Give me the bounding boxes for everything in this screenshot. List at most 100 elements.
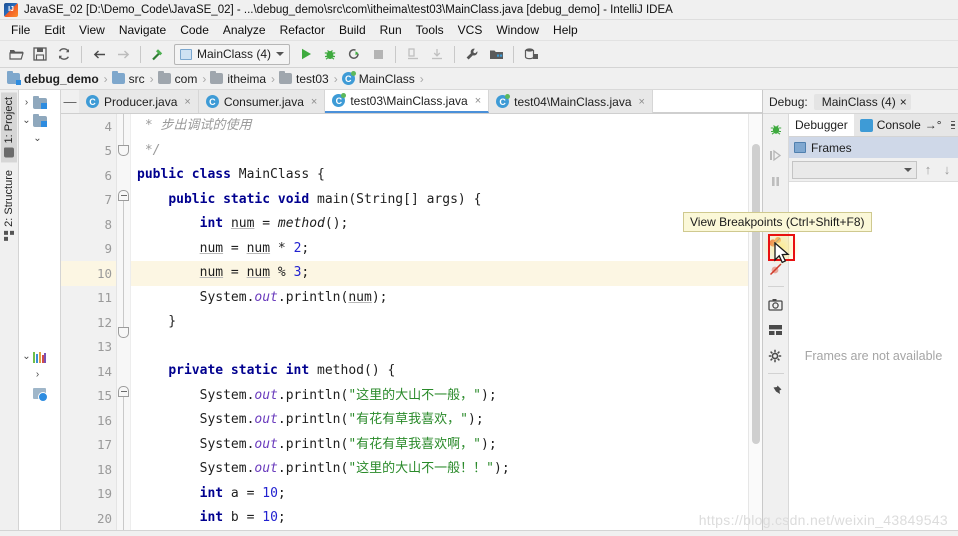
close-icon[interactable]: × xyxy=(311,96,317,108)
chevron-down-icon[interactable]: ⌄ xyxy=(22,352,31,362)
breadcrumb-item-com[interactable]: com xyxy=(155,71,202,87)
chevron-right-icon[interactable]: › xyxy=(22,98,31,108)
editor-tab-producer[interactable]: C Producer.java × xyxy=(79,90,199,113)
editor-fold-column[interactable] xyxy=(117,114,131,530)
sync-icon[interactable] xyxy=(53,43,75,65)
toolbar-divider-3 xyxy=(395,45,397,63)
menu-tools[interactable]: Tools xyxy=(409,21,451,39)
console-icon xyxy=(859,118,873,132)
code-text[interactable]: * 步出调试的使用 */ public class MainClass { pu… xyxy=(131,114,748,530)
gear-settings-icon[interactable] xyxy=(765,344,787,368)
attach-process-icon[interactable] xyxy=(426,43,448,65)
debug-bug-icon[interactable] xyxy=(765,117,787,141)
arrow-left-icon[interactable] xyxy=(88,43,110,65)
run-play-icon[interactable] xyxy=(295,43,317,65)
code-editor[interactable]: 4 5 6 7 8 9 10 11 12 13 14 15 16 17 18 1… xyxy=(61,114,762,530)
tab-label: Console xyxy=(876,118,921,132)
debug-label: Debug: xyxy=(769,94,808,109)
pause-program-icon[interactable] xyxy=(765,169,787,193)
breadcrumb: debug_demo › src › com › itheima › test0… xyxy=(0,68,958,90)
wrench-settings-icon[interactable] xyxy=(461,43,483,65)
project-structure-icon[interactable] xyxy=(485,43,507,65)
run-configuration-selector[interactable]: MainClass (4) xyxy=(174,43,291,65)
tree-row[interactable]: ⌄ xyxy=(19,112,60,130)
arrow-down-icon[interactable]: ↓ xyxy=(939,162,955,177)
editor-tab-test04-mainclass[interactable]: C test04\MainClass.java × xyxy=(489,90,653,113)
chevron-right-icon[interactable]: › xyxy=(33,370,42,380)
menu-navigate[interactable]: Navigate xyxy=(112,21,173,39)
code-line-4: * 步出调试的使用 xyxy=(137,118,252,133)
menu-build[interactable]: Build xyxy=(332,21,373,39)
chevron-down-icon[interactable]: ⌄ xyxy=(22,116,31,126)
menu-file[interactable]: File xyxy=(4,21,37,39)
tree-row[interactable]: ⌄ xyxy=(19,348,60,366)
run-with-coverage-icon[interactable] xyxy=(343,43,365,65)
debug-bug-icon[interactable] xyxy=(319,43,341,65)
sdk-manager-icon[interactable] xyxy=(520,43,542,65)
close-icon[interactable]: × xyxy=(639,96,645,108)
close-icon[interactable]: × xyxy=(184,96,190,108)
sidebar-item-project[interactable]: 1: Project xyxy=(1,92,17,163)
tab-console[interactable]: Console →° xyxy=(854,114,948,136)
breadcrumb-item-itheima[interactable]: itheima xyxy=(207,71,270,87)
breadcrumb-item-src[interactable]: src xyxy=(109,71,149,87)
editor-tab-consumer[interactable]: C Consumer.java × xyxy=(198,90,326,113)
sidebar-item-label: 2: Structure xyxy=(3,170,15,228)
build-hammer-icon[interactable] xyxy=(147,43,169,65)
fold-marker-end[interactable] xyxy=(118,145,129,156)
left-tool-window-rail: 1: Project 2: Structure xyxy=(0,90,19,530)
menu-run[interactable]: Run xyxy=(373,21,409,39)
hamburger-menu-icon[interactable] xyxy=(948,114,958,136)
fold-marker-open-main[interactable] xyxy=(118,190,129,201)
fold-marker-open-method[interactable] xyxy=(118,386,129,397)
menu-view[interactable]: View xyxy=(72,21,112,39)
save-icon[interactable] xyxy=(29,43,51,65)
close-icon[interactable]: × xyxy=(475,95,481,107)
editor-gutter[interactable]: 4 5 6 7 8 9 10 11 12 13 14 15 16 17 18 1… xyxy=(61,114,117,530)
breadcrumb-item-mainclass[interactable]: C MainClass xyxy=(339,71,419,87)
editor-tab-test03-mainclass[interactable]: C test03\MainClass.java × xyxy=(325,90,490,113)
pin-icon[interactable] xyxy=(765,379,787,403)
fold-marker-close-main[interactable] xyxy=(118,327,129,338)
arrow-up-icon[interactable]: ↑ xyxy=(920,162,936,177)
menu-code[interactable]: Code xyxy=(173,21,216,39)
menu-analyze[interactable]: Analyze xyxy=(216,21,273,39)
resume-program-icon[interactable] xyxy=(765,143,787,167)
scrollbar-thumb[interactable] xyxy=(752,144,760,444)
menu-window[interactable]: Window xyxy=(489,21,546,39)
editor-scrollbar[interactable]: ✓ xyxy=(748,114,762,530)
close-icon[interactable]: × xyxy=(900,95,907,109)
code-line-18: System.out.println("这里的大山不一般！！"); xyxy=(137,461,510,476)
profiler-icon[interactable] xyxy=(402,43,424,65)
menu-help[interactable]: Help xyxy=(546,21,585,39)
debug-session-tab[interactable]: MainClass (4) × xyxy=(813,93,911,110)
toolbar-divider xyxy=(81,45,82,63)
line-number: 9 xyxy=(104,241,112,257)
camera-snapshot-icon[interactable] xyxy=(765,292,787,316)
open-folder-icon[interactable] xyxy=(5,43,27,65)
editor-tab-bar: — C Producer.java × C Consumer.java × C … xyxy=(61,90,762,114)
tree-row[interactable]: › xyxy=(19,94,60,112)
menu-vcs[interactable]: VCS xyxy=(451,21,490,39)
code-line-15: System.out.println("这里的大山不一般，"); xyxy=(137,387,497,403)
thread-selector[interactable] xyxy=(792,160,917,179)
arrow-right-icon[interactable] xyxy=(112,43,134,65)
tab-debugger[interactable]: Debugger xyxy=(789,114,854,136)
menu-edit[interactable]: Edit xyxy=(37,21,72,39)
collapse-icon[interactable]: — xyxy=(61,90,79,113)
stop-icon[interactable] xyxy=(367,43,389,65)
sidebar-item-structure[interactable]: 2: Structure xyxy=(1,165,17,246)
layout-settings-icon[interactable] xyxy=(765,318,787,342)
tree-row[interactable]: ⌄ xyxy=(19,130,60,148)
project-tool-window[interactable]: › ⌄ ⌄ ⌄ › xyxy=(19,90,61,530)
breadcrumb-item-test03[interactable]: test03 xyxy=(276,71,333,87)
package-folder-icon xyxy=(210,71,224,84)
tree-row[interactable]: › xyxy=(19,366,60,384)
menu-refactor[interactable]: Refactor xyxy=(273,21,332,39)
breadcrumb-item-debug-demo[interactable]: debug_demo xyxy=(4,71,103,87)
chevron-down-icon[interactable]: ⌄ xyxy=(33,134,42,144)
tree-row[interactable] xyxy=(19,384,60,402)
breadcrumb-separator: › xyxy=(419,71,424,86)
breadcrumb-separator: › xyxy=(333,71,338,86)
